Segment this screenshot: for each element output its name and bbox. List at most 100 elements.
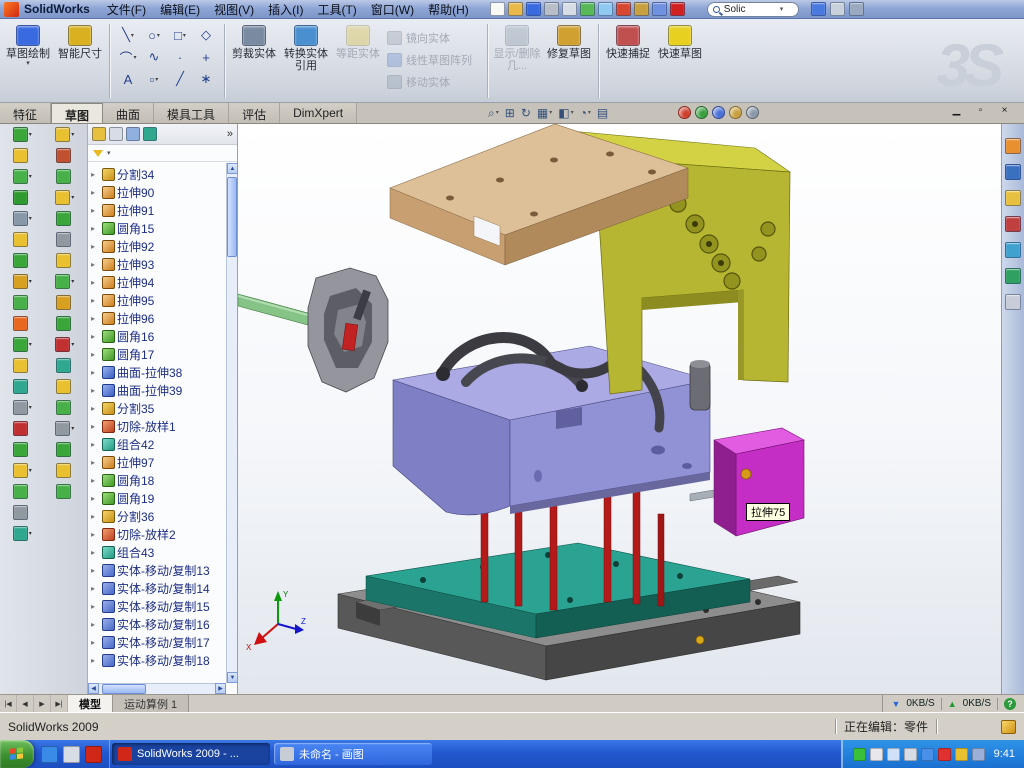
language-icon[interactable] — [870, 748, 883, 761]
doctab-model[interactable]: 模型 — [68, 695, 113, 712]
appearances-icon[interactable] — [1005, 242, 1021, 258]
tree-item[interactable]: ▸实体-移动/复制18 — [91, 651, 226, 669]
left-toolbar-button[interactable] — [56, 463, 74, 478]
tree-item[interactable]: ▸拉伸90 — [91, 183, 226, 201]
left-toolbar-button[interactable] — [13, 484, 31, 499]
tree-item[interactable]: ▸切除-放样2 — [91, 525, 226, 543]
help-icon[interactable] — [811, 2, 826, 16]
solidworks-resources-icon[interactable] — [1005, 138, 1021, 154]
featuremanager-tab-icon[interactable] — [92, 127, 106, 141]
tree-item[interactable]: ▸分割34 — [91, 165, 226, 183]
tree-item[interactable]: ▸实体-移动/复制17 — [91, 633, 226, 651]
tree-item[interactable]: ▸实体-移动/复制13 — [91, 561, 226, 579]
tree-item[interactable]: ▸组合43 — [91, 543, 226, 561]
left-toolbar-button[interactable] — [13, 148, 31, 163]
left-toolbar-button[interactable]: ▾ — [55, 190, 74, 205]
search-dropdown-icon[interactable]: ▾ — [780, 5, 784, 13]
left-toolbar-button[interactable] — [56, 211, 74, 226]
expand-arrow-icon[interactable]: ▸ — [91, 386, 100, 395]
flyout-arrow-icon[interactable]: ▾ — [29, 278, 32, 285]
tree-item[interactable]: ▸拉伸95 — [91, 291, 226, 309]
text-icon[interactable]: A — [115, 68, 141, 90]
graphics-viewport[interactable]: Y X Z 拉伸75 — [238, 124, 1001, 694]
tab-mold-tools[interactable]: 模具工具 — [154, 103, 229, 123]
left-toolbar-button[interactable] — [13, 190, 31, 205]
flyout-arrow-icon[interactable]: ▾ — [71, 194, 74, 201]
left-toolbar-button[interactable]: ▾ — [55, 421, 74, 436]
flyout-arrow-icon[interactable]: ▾ — [29, 131, 32, 138]
tab-features[interactable]: 特征 — [0, 103, 51, 123]
expand-arrow-icon[interactable]: ▸ — [91, 314, 100, 323]
left-toolbar-button[interactable] — [13, 253, 31, 268]
flyout-arrow-icon[interactable]: ▾ — [29, 467, 32, 474]
tree-horizontal-scrollbar[interactable]: ◀ ▶ — [88, 683, 226, 694]
spline-icon[interactable]: ∿ — [141, 46, 167, 68]
tree-item[interactable]: ▸拉伸97 — [91, 453, 226, 471]
left-toolbar-button[interactable] — [56, 358, 74, 373]
left-toolbar-button[interactable] — [13, 316, 31, 331]
redo-icon[interactable] — [598, 2, 613, 16]
tree-item[interactable]: ▸实体-移动/复制16 — [91, 615, 226, 633]
appearance-green-sphere-icon[interactable] — [695, 106, 708, 119]
filter-icon[interactable] — [93, 150, 103, 157]
update-icon[interactable] — [955, 748, 968, 761]
tree-item[interactable]: ▸切除-放样1 — [91, 417, 226, 435]
rotate-view-icon[interactable]: ↻ — [521, 107, 531, 119]
left-toolbar-button[interactable] — [56, 379, 74, 394]
tree-item[interactable]: ▸曲面-拉伸39 — [91, 381, 226, 399]
tree-item[interactable]: ▸圆角17 — [91, 345, 226, 363]
prev-tab-button[interactable]: ◀ — [17, 695, 34, 712]
line-icon[interactable]: ╲▾ — [115, 24, 141, 46]
left-toolbar-button[interactable]: ▾ — [55, 274, 74, 289]
left-toolbar-button[interactable] — [56, 442, 74, 457]
safety-icon[interactable] — [853, 748, 866, 761]
expand-arrow-icon[interactable]: ▸ — [91, 458, 100, 467]
expand-arrow-icon[interactable]: ▸ — [91, 368, 100, 377]
expand-arrow-icon[interactable]: ▸ — [91, 530, 100, 539]
tab-evaluate[interactable]: 评估 — [229, 103, 280, 123]
dimxpertmanager-tab-icon[interactable] — [143, 127, 157, 141]
scroll-thumb[interactable] — [102, 684, 146, 694]
left-toolbar-button[interactable] — [56, 253, 74, 268]
sketch-pattern-icon[interactable]: ∗ — [193, 68, 219, 90]
restore-button[interactable]: ▫ — [973, 104, 988, 118]
smart-dimension-button[interactable]: 智能尺寸 — [54, 23, 106, 67]
expand-arrow-icon[interactable]: ▸ — [91, 602, 100, 611]
last-tab-button[interactable]: ▶| — [51, 695, 68, 712]
left-toolbar-button[interactable] — [56, 316, 74, 331]
tree-item[interactable]: ▸分割35 — [91, 399, 226, 417]
minimize-button[interactable]: ▁ — [949, 104, 964, 118]
section-view-icon[interactable]: ▤ — [597, 107, 608, 119]
left-toolbar-button[interactable]: ▾ — [13, 169, 32, 184]
tab-sketch[interactable]: 草图 — [51, 103, 103, 123]
new-document-icon[interactable] — [490, 2, 505, 16]
tree-item[interactable]: ▸实体-移动/复制15 — [91, 597, 226, 615]
tree-vertical-scrollbar[interactable]: ▲ ▼ — [226, 163, 237, 683]
expand-arrow-icon[interactable]: ▸ — [91, 260, 100, 269]
circle-icon[interactable]: ○▾ — [141, 24, 167, 46]
internet-explorer-icon[interactable] — [41, 746, 58, 763]
left-toolbar-button[interactable]: ▾ — [13, 211, 32, 226]
tree-item[interactable]: ▸实体-移动/复制14 — [91, 579, 226, 597]
dropdown-arrow-icon[interactable]: ▾ — [26, 60, 30, 67]
flyout-arrow-icon[interactable]: ▾ — [29, 173, 32, 180]
appearance-icon[interactable] — [652, 2, 667, 16]
point-icon[interactable]: · — [167, 46, 193, 68]
left-toolbar-button[interactable]: ▾ — [13, 337, 32, 352]
taskbar-clock[interactable]: 9:41 — [994, 748, 1015, 760]
trim-entities-button[interactable]: 剪裁实体 — [228, 23, 280, 72]
rebuild-icon[interactable] — [616, 2, 631, 16]
zoom-area-icon[interactable]: ⊞ — [505, 107, 515, 119]
arc-icon[interactable]: ⌒▾ — [115, 46, 141, 68]
expand-arrow-icon[interactable]: ▸ — [91, 278, 100, 287]
file-explorer-icon[interactable] — [1005, 190, 1021, 206]
left-toolbar-button[interactable]: ▾ — [55, 337, 74, 352]
left-toolbar-button[interactable] — [56, 232, 74, 247]
start-button[interactable] — [0, 740, 34, 768]
scene-sphere-icon[interactable] — [712, 106, 725, 119]
scroll-down-button[interactable]: ▼ — [227, 672, 238, 683]
appearance-red-sphere-icon[interactable] — [678, 106, 691, 119]
expand-arrow-icon[interactable]: ▸ — [91, 332, 100, 341]
scroll-up-button[interactable]: ▲ — [227, 163, 238, 174]
tree-overflow-button[interactable]: » — [227, 128, 233, 140]
